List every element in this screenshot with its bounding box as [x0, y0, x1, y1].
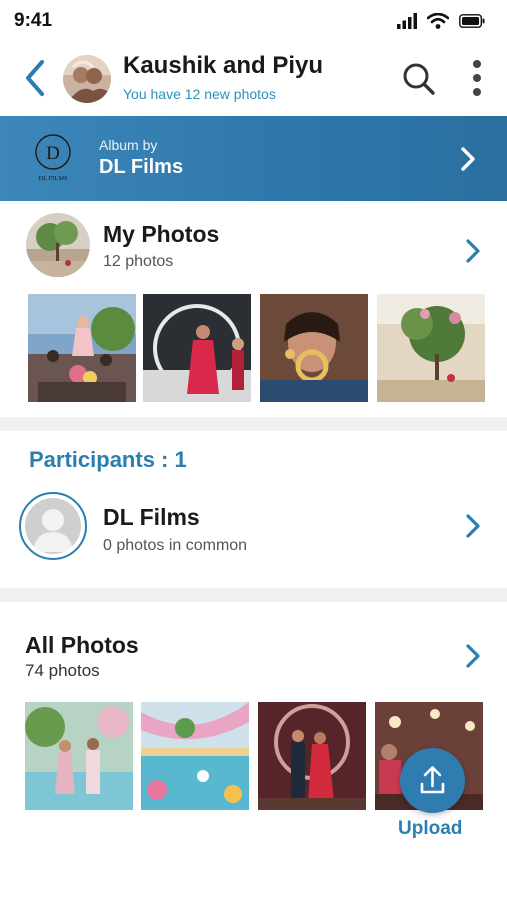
participant-name: DL Films [103, 504, 200, 530]
status-bar: 9:41 [0, 0, 507, 44]
chevron-right-icon [461, 147, 475, 171]
photo-thumbnail[interactable] [25, 702, 133, 810]
garden-bride-photo [377, 294, 485, 402]
photo-thumbnail[interactable] [377, 294, 485, 402]
svg-text:D: D [46, 143, 60, 164]
dl-films-logo: D DL FILMS [28, 132, 78, 184]
user-silhouette-icon [33, 509, 73, 552]
participant-avatar [19, 492, 87, 560]
pool-decor-photo [141, 702, 249, 810]
chat-title: Kaushik and Piyu [123, 52, 324, 79]
participants-title: Participants : 1 [29, 447, 187, 472]
user-placeholder-icon [25, 498, 81, 554]
my-photos-avatar [26, 213, 90, 277]
all-photos-title: All Photos [25, 632, 139, 658]
battery-icon [459, 14, 485, 28]
my-photos-row[interactable]: My Photos 12 photos [0, 201, 507, 291]
stage-couple-photo [258, 702, 366, 810]
album-by-label: Album by [99, 137, 158, 153]
my-photos-thumbnails [0, 294, 507, 402]
section-divider [0, 588, 507, 602]
more-options-button[interactable] [468, 58, 486, 100]
couple-dance-photo [143, 294, 251, 402]
back-button[interactable] [20, 58, 50, 98]
search-button[interactable] [400, 60, 438, 98]
album-owner-name: DL Films [99, 156, 184, 178]
back-arrow-icon [26, 60, 44, 96]
section-divider [0, 417, 507, 431]
chevron-right-icon [466, 514, 480, 538]
status-time: 9:41 [14, 10, 53, 31]
participant-common-photos: 0 photos in common [103, 537, 248, 554]
album-owner-banner[interactable]: D DL FILMS Album by DL Films [0, 116, 507, 201]
dl-films-logo-mark: D DL FILMS [35, 134, 71, 182]
upload-icon [420, 766, 445, 794]
chevron-right-icon [466, 239, 480, 263]
upload-label[interactable]: Upload [398, 818, 462, 840]
all-photos-chevron-icon[interactable] [464, 642, 482, 670]
upload-button[interactable] [400, 748, 465, 813]
wedding-procession-photo [28, 294, 136, 402]
photo-thumbnail[interactable] [260, 294, 368, 402]
chat-header: Kaushik and Piyu You have 12 new photos [0, 44, 507, 116]
status-icons [397, 13, 485, 29]
participant-row[interactable]: DL Films 0 photos in common [0, 485, 507, 575]
photo-thumbnail[interactable] [143, 294, 251, 402]
all-photos-count: 74 photos [25, 661, 100, 680]
my-photos-avatar-image [26, 213, 90, 277]
my-photos-count: 12 photos [103, 253, 174, 270]
photo-thumbnail[interactable] [28, 294, 136, 402]
signal-icon [397, 13, 417, 29]
photo-thumbnail[interactable] [141, 702, 249, 810]
my-photos-title: My Photos [103, 221, 220, 247]
photo-thumbnail[interactable] [258, 702, 366, 810]
poolside-couple-photo [25, 702, 133, 810]
more-vertical-icon [473, 60, 481, 96]
new-photos-subtitle: You have 12 new photos [123, 86, 276, 102]
search-icon [403, 63, 435, 95]
couple-avatar[interactable] [63, 55, 111, 103]
dl-logo-text: DL FILMS [38, 175, 68, 182]
couple-avatar-image [63, 55, 111, 103]
bride-portrait-photo [260, 294, 368, 402]
wifi-icon [427, 13, 449, 29]
